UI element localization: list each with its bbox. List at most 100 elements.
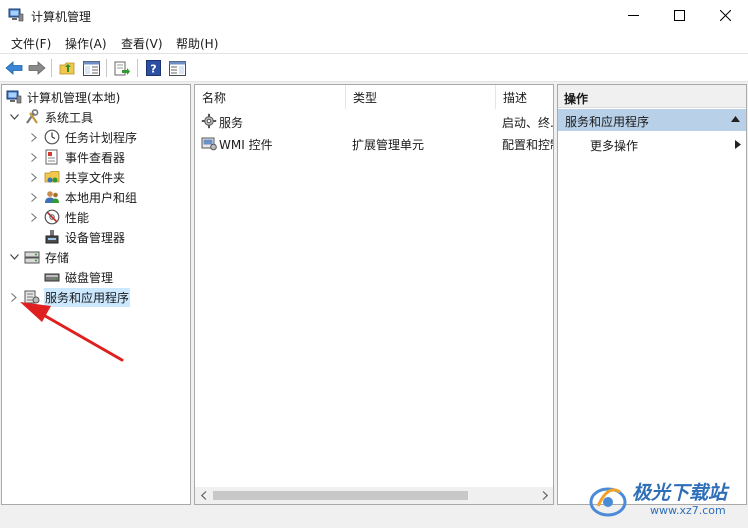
toolbar-separator (106, 59, 107, 77)
show-tree-icon (82, 60, 100, 76)
maximize-button[interactable] (656, 0, 702, 31)
watermark-logo-icon (589, 487, 627, 517)
show-action-pane-icon (168, 60, 186, 76)
actions-pane: 操作 服务和应用程序 更多操作 (557, 84, 747, 505)
tree-label: 计算机管理(本地) (27, 90, 121, 105)
list-item-description: 启动、终... (502, 116, 553, 130)
watermark: 极光下载站 www.xz7.com (588, 476, 746, 522)
scroll-right-icon[interactable] (536, 487, 553, 504)
toolbar-separator (51, 59, 52, 77)
forward-icon (28, 61, 46, 75)
column-header-description[interactable]: 描述 (496, 85, 553, 109)
list-item-type: 扩展管理单元 (352, 138, 425, 152)
menu-help[interactable]: 帮助(H) (176, 35, 218, 52)
tree-item-root[interactable]: 计算机管理(本地) (6, 87, 121, 107)
help-icon: ? (145, 60, 161, 76)
close-button[interactable] (702, 0, 748, 31)
show-hide-tree-button[interactable] (81, 58, 101, 78)
list-item-name: WMI 控件 (219, 138, 273, 152)
collapse-up-icon[interactable] (731, 116, 740, 122)
actions-section[interactable]: 服务和应用程序 (558, 109, 746, 131)
tree-label: 存储 (45, 250, 70, 265)
disk-icon (44, 269, 60, 285)
chevron-right-icon[interactable] (28, 207, 40, 227)
export-list-button[interactable] (112, 58, 132, 78)
tree-item-device-manager[interactable]: 设备管理器 (40, 227, 126, 247)
main-content: 计算机管理(本地) 系统工具 任务计划程序 事件查看器 共享文件夹 本地用户和组… (0, 82, 748, 528)
tools-icon (24, 109, 40, 125)
minimize-button[interactable] (610, 0, 656, 31)
forward-button[interactable] (27, 58, 47, 78)
title-bar: 计算机管理 (0, 0, 748, 31)
result-list[interactable]: 名称 类型 描述 服务 启动、终... WMI 控件 扩展管理单元 配置和控制.… (194, 84, 554, 505)
services-apps-icon (24, 289, 40, 305)
tree-label: 磁盘管理 (65, 270, 114, 285)
tree-label: 设备管理器 (65, 230, 126, 245)
list-item[interactable]: WMI 控件 扩展管理单元 配置和控制... (195, 133, 553, 155)
toolbar-separator (137, 59, 138, 77)
chevron-right-icon[interactable] (28, 147, 40, 167)
scroll-left-icon[interactable] (195, 487, 212, 504)
tree-label: 本地用户和组 (65, 190, 138, 205)
actions-section-label: 服务和应用程序 (565, 115, 650, 129)
menu-action[interactable]: 操作(A) (65, 35, 107, 52)
tree-label: 共享文件夹 (65, 170, 126, 185)
menu-bar: 文件(F) 操作(A) 查看(V) 帮助(H) (0, 31, 748, 53)
tree-item-performance[interactable]: 性能 (28, 207, 90, 227)
up-one-level-button[interactable] (57, 58, 77, 78)
wmi-control-icon (201, 135, 217, 154)
list-item[interactable]: 服务 启动、终... (195, 111, 553, 133)
shared-folder-icon (44, 169, 60, 185)
show-hide-action-pane-button[interactable] (167, 58, 187, 78)
close-icon (719, 10, 731, 21)
tree-item-storage[interactable]: 存储 (8, 247, 70, 267)
tree-item-shared-folders[interactable]: 共享文件夹 (28, 167, 126, 187)
chevron-right-icon[interactable] (8, 287, 20, 307)
tree-item-disk-management[interactable]: 磁盘管理 (40, 267, 114, 287)
event-viewer-icon (44, 149, 60, 165)
chevron-down-icon[interactable] (8, 107, 20, 127)
tree-item-local-users[interactable]: 本地用户和组 (28, 187, 138, 207)
column-header-name[interactable]: 名称 (195, 85, 346, 109)
more-actions-item[interactable]: 更多操作 (558, 133, 746, 155)
performance-icon (44, 209, 60, 225)
back-icon (5, 61, 23, 75)
tree-item-system-tools[interactable]: 系统工具 (8, 107, 94, 127)
scrollbar-thumb[interactable] (213, 491, 468, 500)
chevron-right-icon[interactable] (28, 187, 40, 207)
tree-label: 服务和应用程序 (44, 287, 131, 307)
minimize-icon (627, 15, 639, 16)
chevron-right-icon[interactable] (28, 127, 40, 147)
export-list-icon (114, 61, 130, 75)
window-title: 计算机管理 (31, 10, 92, 24)
watermark-text: 极光下载站 (632, 482, 728, 504)
services-gear-icon (201, 113, 217, 132)
column-header-type[interactable]: 类型 (346, 85, 496, 109)
up-folder-icon (59, 62, 74, 74)
back-button[interactable] (4, 58, 24, 78)
clock-icon (44, 129, 60, 145)
horizontal-scrollbar[interactable] (195, 487, 553, 504)
device-manager-icon (44, 229, 60, 245)
menu-view[interactable]: 查看(V) (121, 35, 163, 52)
tree-item-services-apps[interactable]: 服务和应用程序 (8, 287, 131, 307)
help-button[interactable]: ? (143, 58, 163, 78)
computer-management-icon (6, 89, 22, 105)
more-actions-label: 更多操作 (590, 139, 639, 153)
toolbar: ? (0, 53, 748, 82)
users-icon (44, 189, 60, 205)
console-tree[interactable]: 计算机管理(本地) 系统工具 任务计划程序 事件查看器 共享文件夹 本地用户和组… (1, 84, 191, 505)
list-item-description: 配置和控制... (502, 138, 553, 152)
list-item-name: 服务 (219, 116, 244, 130)
chevron-right-icon[interactable] (28, 167, 40, 187)
computer-management-icon (8, 8, 24, 22)
storage-icon (24, 249, 40, 265)
tree-item-event-viewer[interactable]: 事件查看器 (28, 147, 126, 167)
tree-label: 系统工具 (45, 110, 94, 125)
chevron-down-icon[interactable] (8, 247, 20, 267)
tree-item-task-scheduler[interactable]: 任务计划程序 (28, 127, 138, 147)
actions-header: 操作 (558, 85, 746, 108)
menu-file[interactable]: 文件(F) (11, 35, 51, 52)
svg-text:?: ? (150, 63, 156, 76)
watermark-url: www.xz7.com (650, 504, 726, 517)
